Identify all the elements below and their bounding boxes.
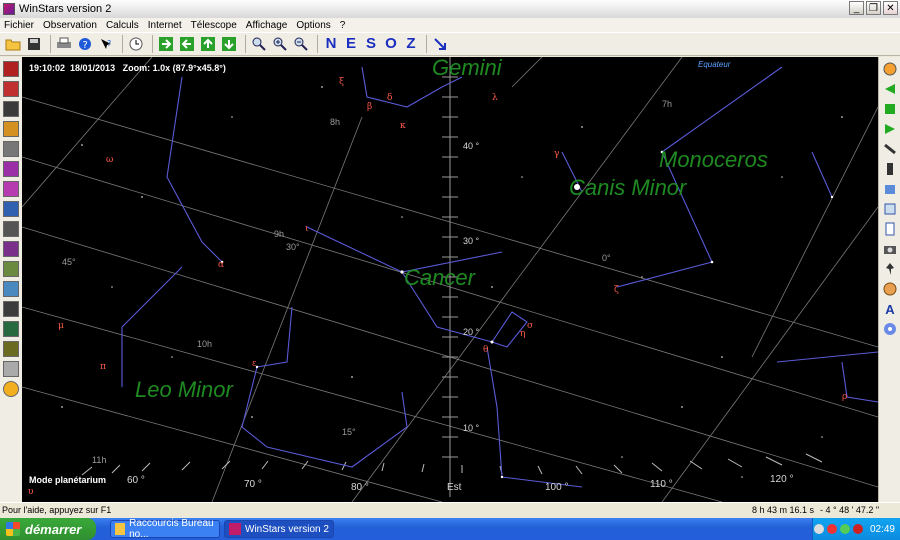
close-button[interactable]: ✕: [883, 1, 898, 15]
winstars-taskbar-icon: [229, 523, 241, 535]
taskbar: démarrer Raccourcis Bureau no... WinStar…: [0, 518, 900, 540]
zoom-icon[interactable]: [250, 35, 268, 53]
sun-icon[interactable]: [3, 121, 19, 137]
arrow-down-icon[interactable]: [220, 35, 238, 53]
arrow-diagonal-icon[interactable]: [431, 35, 449, 53]
blank-icon[interactable]: [3, 361, 19, 377]
battery-icon[interactable]: [882, 161, 898, 177]
title-bar: WinStars version 2 _ ❐ ✕: [0, 0, 900, 19]
ecliptic-icon[interactable]: [3, 341, 19, 357]
constellation-canis-minor[interactable]: Canis Minor: [569, 175, 686, 201]
network-icon[interactable]: [813, 524, 824, 534]
stop-icon[interactable]: [882, 101, 898, 117]
nebula-icon[interactable]: [3, 161, 19, 177]
status-hint: Pour l'aide, appuyez sur F1: [2, 505, 112, 515]
constellation-gemini[interactable]: Gemini: [432, 57, 502, 81]
sky-map[interactable]: α β γ δ ε ζ η θ ι κ λ μ ρ σ υ ξ ω π 7h 8…: [22, 57, 878, 502]
constellation-cancer[interactable]: Cancer: [404, 265, 475, 291]
main-toolbar: ? ? N E S O Z: [0, 32, 900, 56]
security-icon[interactable]: [826, 524, 837, 534]
save-icon[interactable]: [25, 35, 43, 53]
svg-text:?: ?: [83, 40, 88, 51]
planets-red-icon[interactable]: [3, 61, 19, 77]
menu-help[interactable]: ?: [336, 20, 351, 31]
comet-icon[interactable]: [3, 221, 19, 237]
system-tray: 02:49: [812, 518, 900, 540]
horizon-icon[interactable]: [3, 281, 19, 297]
start-label: démarrer: [25, 521, 82, 537]
zoom-out-icon[interactable]: [292, 35, 310, 53]
help-icon[interactable]: ?: [76, 35, 94, 53]
planet-icon[interactable]: [882, 281, 898, 297]
menu-bar: Fichier Observation Calculs Internet Tél…: [0, 18, 900, 32]
settings-icon[interactable]: [882, 321, 898, 337]
right-toolbar: A: [878, 57, 900, 502]
constellation-monoceros[interactable]: Monoceros: [659, 147, 768, 173]
taskbar-item-winstars[interactable]: WinStars version 2: [224, 520, 334, 538]
west-button[interactable]: O: [382, 35, 400, 53]
menu-telescope[interactable]: Télescope: [187, 20, 242, 31]
moon-icon[interactable]: [3, 141, 19, 157]
galaxy-red-icon[interactable]: [3, 81, 19, 97]
time-zoom-readout: 19:10:02 18/01/2013 Zoom: 1.0x (87.9°x45…: [29, 63, 226, 73]
font-icon[interactable]: A: [882, 301, 898, 317]
telescope-icon[interactable]: [882, 141, 898, 157]
winstars-app-icon: [3, 3, 15, 15]
taskbar-item-shortcuts[interactable]: Raccourcis Bureau no...: [110, 518, 220, 540]
folder-icon: [115, 523, 126, 535]
constellation-leo-minor[interactable]: Leo Minor: [135, 377, 233, 403]
taskbar-item-label: Raccourcis Bureau no...: [129, 518, 214, 540]
east-button[interactable]: E: [342, 35, 360, 53]
play-backward-icon[interactable]: [882, 81, 898, 97]
grid-icon[interactable]: [3, 301, 19, 317]
print-icon[interactable]: [55, 35, 73, 53]
tray-clock[interactable]: 02:49: [870, 524, 895, 535]
play-forward-icon[interactable]: [882, 121, 898, 137]
landscape-icon[interactable]: [3, 261, 19, 277]
whats-this-icon[interactable]: ?: [97, 35, 115, 53]
windows-logo-icon: [6, 522, 20, 536]
edit-icon[interactable]: [882, 201, 898, 217]
color-wheel-icon[interactable]: [882, 61, 898, 77]
volume-icon[interactable]: [839, 524, 850, 534]
open-folder-icon[interactable]: [4, 35, 22, 53]
taskbar-item-label: WinStars version 2: [245, 523, 329, 535]
cube-icon[interactable]: [882, 181, 898, 197]
menu-options[interactable]: Options: [292, 20, 335, 31]
deep-sky-icon[interactable]: [3, 241, 19, 257]
antivirus-icon[interactable]: [852, 524, 863, 534]
zoom-in-icon[interactable]: [271, 35, 289, 53]
menu-affichage[interactable]: Affichage: [242, 20, 293, 31]
coordinates-icon[interactable]: [3, 321, 19, 337]
menu-observation[interactable]: Observation: [39, 20, 102, 31]
menu-calculs[interactable]: Calculs: [102, 20, 144, 31]
left-toolbar: [0, 57, 23, 502]
status-right-ascension: 8 h 43 m 16.1 s: [752, 505, 815, 515]
menu-fichier[interactable]: Fichier: [0, 20, 39, 31]
svg-text:?: ?: [107, 39, 111, 48]
pin-icon[interactable]: [882, 261, 898, 277]
equator-label: Equateur: [698, 60, 731, 69]
zenith-button[interactable]: Z: [402, 35, 420, 53]
arrow-left-icon[interactable]: [178, 35, 196, 53]
clock-icon[interactable]: [127, 35, 145, 53]
south-button[interactable]: S: [362, 35, 380, 53]
start-button[interactable]: démarrer: [0, 518, 96, 540]
arrow-up-icon[interactable]: [199, 35, 217, 53]
window-title: WinStars version 2: [19, 3, 112, 15]
status-bar: Pour l'aide, appuyez sur F1 8 h 43 m 16.…: [0, 502, 900, 519]
lightbulb-icon[interactable]: [3, 381, 19, 397]
document-icon[interactable]: [882, 221, 898, 237]
status-declination: - 4 ° 48 ' 47.2 ": [820, 505, 880, 515]
menu-internet[interactable]: Internet: [144, 20, 187, 31]
mode-label: Mode planétarium: [29, 475, 107, 485]
north-button[interactable]: N: [322, 35, 340, 53]
camera-icon[interactable]: [882, 241, 898, 257]
maximize-button[interactable]: ❐: [866, 1, 881, 15]
milky-way-icon[interactable]: [3, 201, 19, 217]
cluster-icon[interactable]: [3, 181, 19, 197]
minimize-button[interactable]: _: [849, 1, 864, 15]
arrow-right-icon[interactable]: [157, 35, 175, 53]
star-icon[interactable]: [3, 101, 19, 117]
